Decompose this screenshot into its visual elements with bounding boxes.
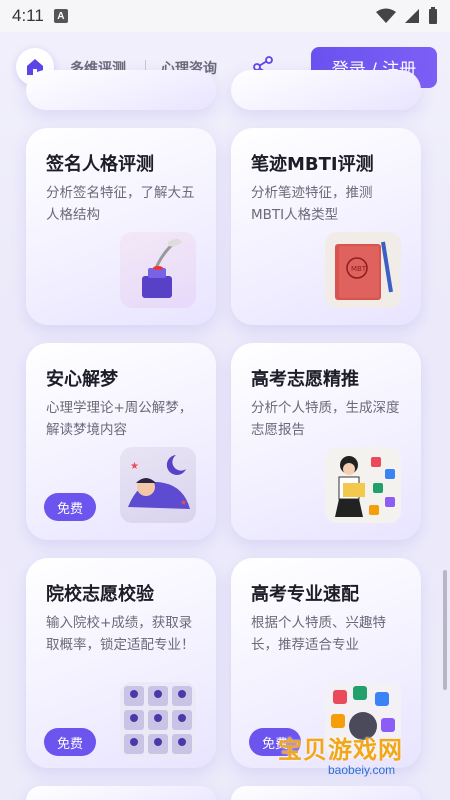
sleeping-illustration: ★ ★: [120, 447, 196, 523]
card-partial-right[interactable]: [231, 70, 421, 110]
watermark-logo: 宝贝游戏网: [278, 736, 403, 764]
signal-icon: [405, 9, 419, 23]
card-partial-left[interactable]: [26, 70, 216, 110]
card-desc: 输入院校+成绩，获取录取概率，锁定适配专业！: [46, 615, 195, 653]
card-signature-personality[interactable]: 签名人格评测 分析签名特征，了解大五人格结构: [26, 128, 216, 325]
mbti-book-illustration: MBTI: [325, 232, 401, 308]
card-title: 安心解梦: [46, 369, 118, 390]
card-desc: 根据个人特质、兴趣特长，推荐适合专业: [251, 615, 386, 653]
status-bar: 4:11 A: [0, 0, 450, 32]
svg-text:MBTI: MBTI: [351, 265, 368, 273]
card-college-verification[interactable]: 院校志愿校验 输入院校+成绩，获取录取概率，锁定适配专业！ 免费: [26, 558, 216, 768]
card-title: 高考专业速配: [251, 584, 359, 605]
watermark-url: baobeiy.com: [328, 763, 396, 777]
card-title: 院校志愿校验: [46, 584, 154, 605]
svg-text:★: ★: [180, 498, 187, 507]
battery-icon: [429, 7, 437, 24]
card-partial-bottom-right[interactable]: [231, 786, 421, 800]
status-time: 4:11: [12, 6, 44, 25]
status-icons: [376, 7, 438, 25]
free-badge: 免费: [44, 493, 96, 521]
card-title: 笔迹MBTI评测: [251, 154, 374, 175]
wifi-icon: [376, 8, 396, 23]
scrollbar[interactable]: [443, 570, 447, 690]
free-badge: 免费: [44, 728, 96, 756]
card-dream-interpretation[interactable]: 安心解梦 心理学理论+周公解梦，解读梦境内容 ★ ★ 免费: [26, 343, 216, 540]
svg-text:★: ★: [130, 461, 139, 472]
card-handwriting-mbti[interactable]: 笔迹MBTI评测 分析笔迹特征，推测MBTI人格类型 MBTI: [231, 128, 421, 325]
card-desc: 分析个人特质，生成深度志愿报告: [251, 400, 400, 438]
card-desc: 分析笔迹特征，推测MBTI人格类型: [251, 185, 373, 223]
notification-icon: A: [53, 9, 68, 23]
card-title: 高考志愿精推: [251, 369, 359, 390]
card-desc: 心理学理论+周公解梦，解读梦境内容: [46, 400, 193, 438]
people-grid-illustration: [120, 682, 196, 758]
ink-bottle-illustration: [120, 232, 196, 308]
student-reading-illustration: [325, 447, 401, 523]
card-partial-bottom-left[interactable]: [26, 786, 216, 800]
card-gaokao-recommendation[interactable]: 高考志愿精推 分析个人特质，生成深度志愿报告: [231, 343, 421, 540]
card-title: 签名人格评测: [46, 154, 154, 175]
card-desc: 分析签名特征，了解大五人格结构: [46, 185, 195, 223]
